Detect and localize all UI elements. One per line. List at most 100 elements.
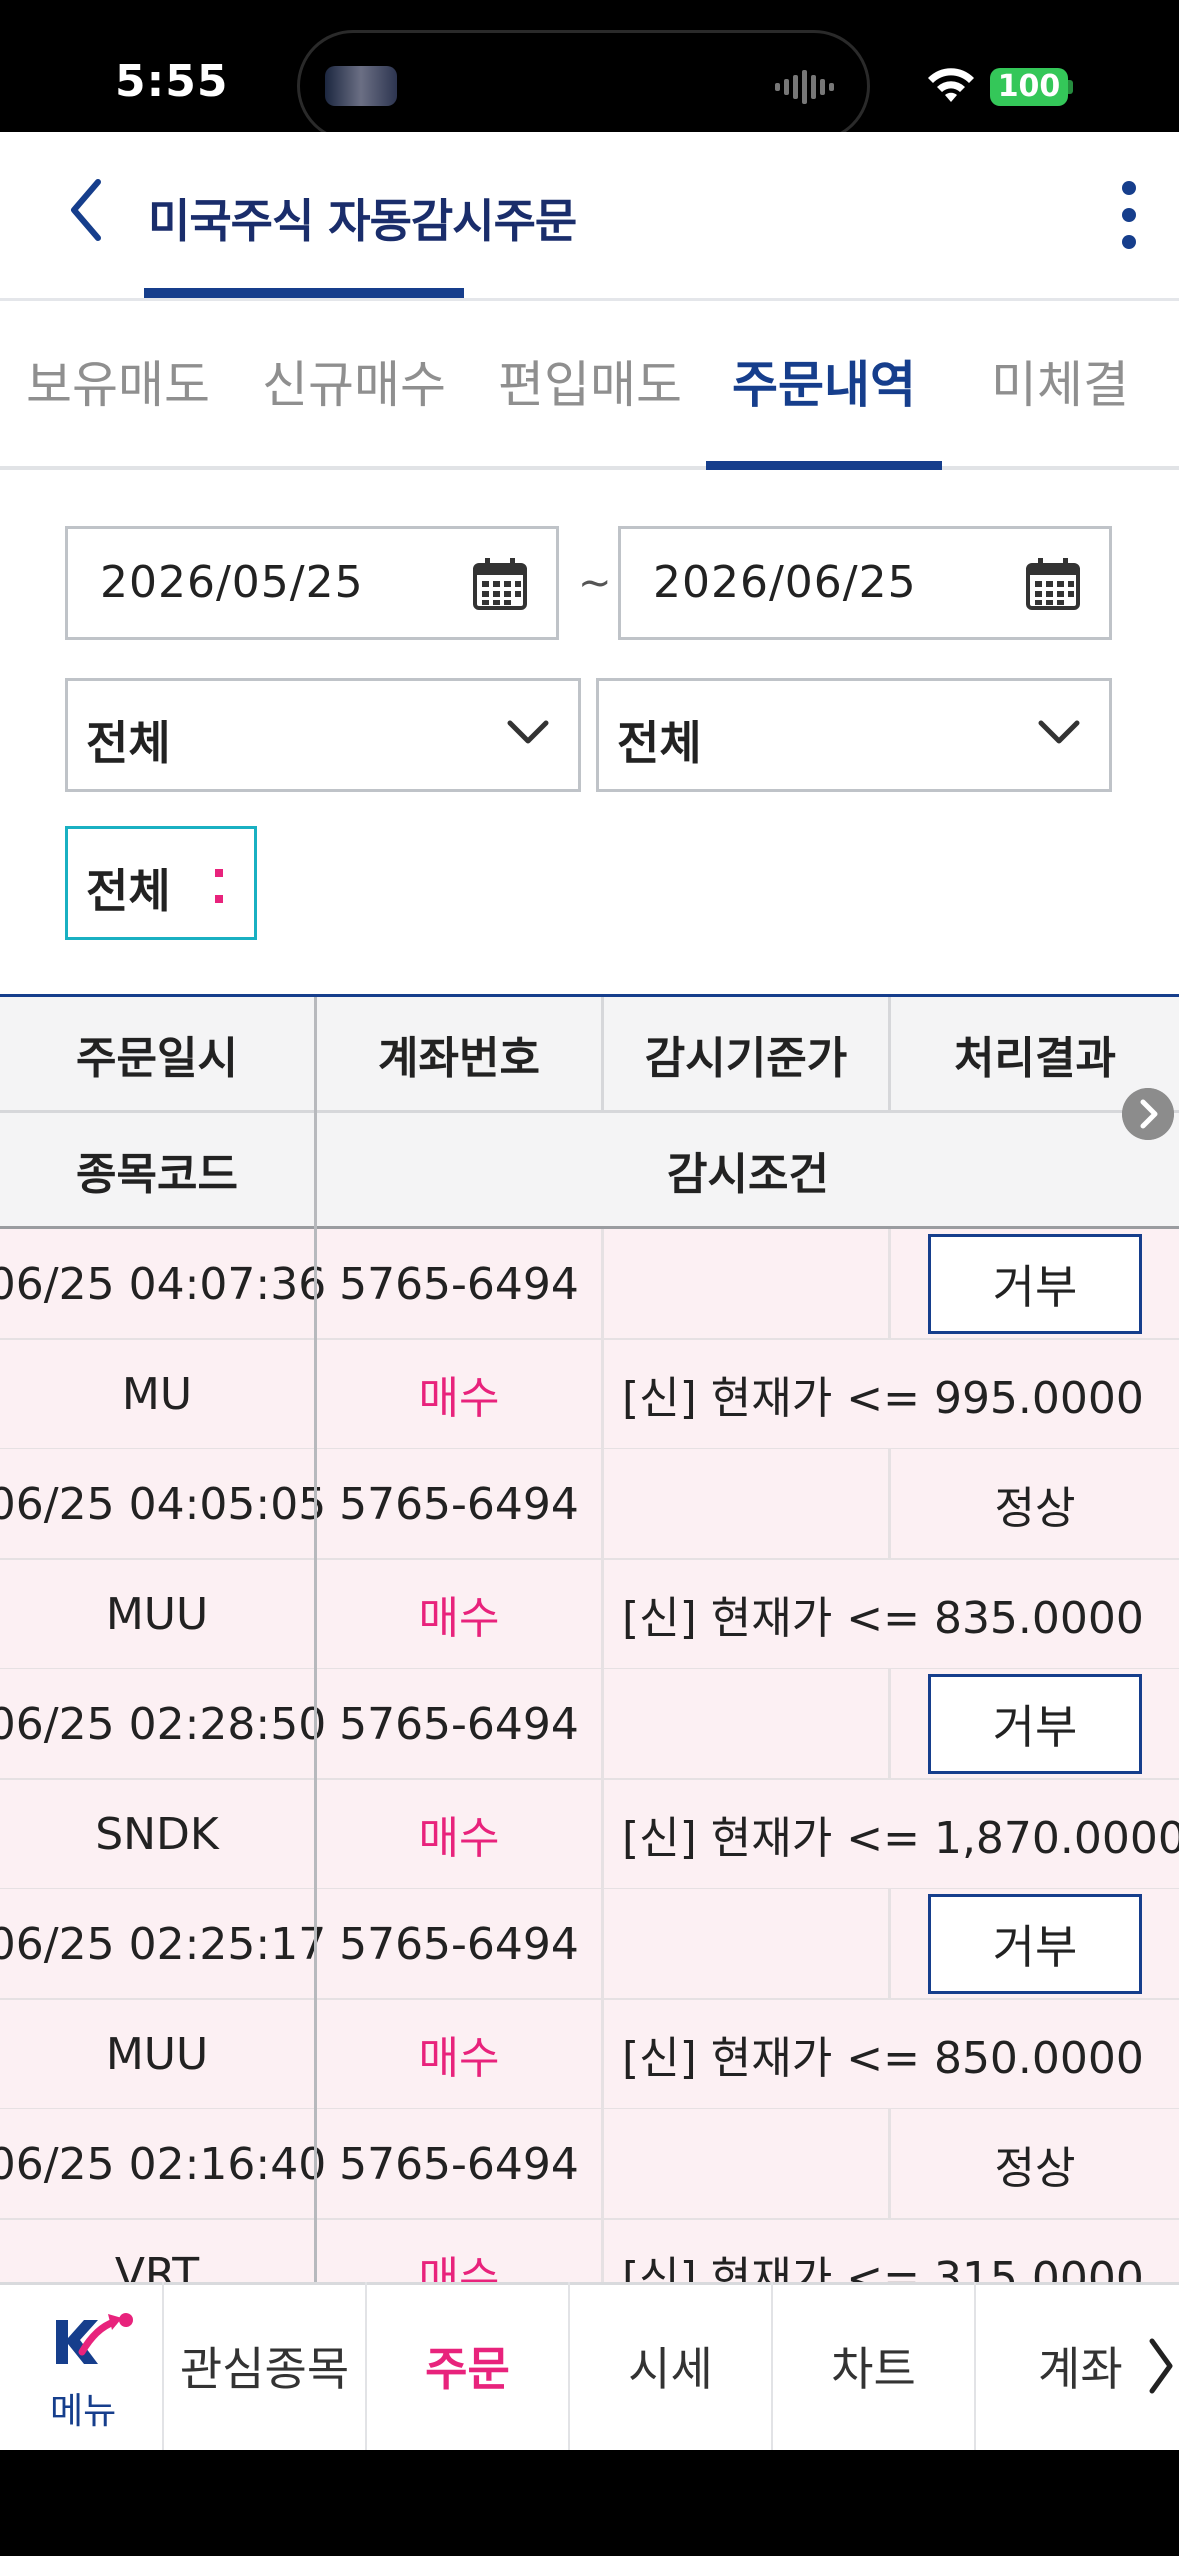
watch-condition: [신] 현재가 <= 850.0000 bbox=[622, 2033, 1144, 2084]
tab-new-buy[interactable]: 신규매수 bbox=[236, 350, 472, 420]
start-date-value: 2026/05/25 bbox=[100, 557, 364, 608]
order-side: 매수 bbox=[418, 1813, 500, 1864]
base-price bbox=[604, 1669, 888, 1779]
account-number: 5765-6494 bbox=[339, 1918, 579, 1970]
home-indicator-area bbox=[0, 2450, 1179, 2556]
watch-condition: [신] 현재가 <= 835.0000 bbox=[622, 1593, 1144, 1644]
end-date-value: 2026/06/25 bbox=[653, 557, 917, 608]
scroll-right-icon[interactable] bbox=[1122, 1088, 1174, 1140]
row-divider bbox=[0, 1558, 1179, 1560]
header-vline bbox=[601, 997, 604, 1110]
order-table-body[interactable]: 06/25 04:07:36 5765-6494 거부 MU 매수 [신] 현재가 <= … bbox=[0, 1229, 1179, 2282]
cell-divider bbox=[601, 1669, 604, 1889]
order-side: 매수 bbox=[418, 1593, 500, 1644]
page-title: 미국주식 자동감시주문 bbox=[148, 194, 577, 248]
title-underline bbox=[144, 288, 464, 298]
k-logo-icon bbox=[56, 2313, 133, 2364]
nav-order[interactable]: 주문 bbox=[367, 2282, 570, 2450]
audio-wave-icon bbox=[775, 70, 834, 104]
col-header-order-time: 주문일시 bbox=[0, 997, 314, 1110]
battery-indicator: 100 bbox=[990, 68, 1068, 106]
result-reject-button[interactable]: 거부 bbox=[928, 1894, 1142, 1994]
watch-condition: [신] 현재가 <= 995.0000 bbox=[622, 1373, 1144, 1424]
cell-divider bbox=[601, 1889, 604, 2109]
cell-divider bbox=[888, 2109, 891, 2219]
menu-label: 메뉴 bbox=[50, 2391, 117, 2432]
date-range-separator: ~ bbox=[578, 560, 612, 606]
calendar-icon[interactable] bbox=[1025, 557, 1081, 611]
symbol-code: SNDK bbox=[95, 1808, 219, 1860]
account-select-value: 전체 bbox=[86, 716, 171, 770]
symbol-code: MU bbox=[121, 1368, 193, 1420]
order-side: 매수 bbox=[418, 1373, 500, 1424]
order-datetime: 06/25 04:07:36 bbox=[0, 1258, 327, 1310]
result-reject-button[interactable]: 거부 bbox=[928, 1674, 1142, 1774]
base-price bbox=[604, 1889, 888, 1999]
chevron-down-icon bbox=[507, 720, 549, 744]
tab-include-sell[interactable]: 편입매도 bbox=[472, 350, 708, 420]
filter-chip-label: 전체 bbox=[86, 864, 171, 918]
type-select[interactable]: 전체 bbox=[596, 678, 1112, 792]
order-side: 매수 bbox=[418, 2033, 500, 2084]
order-datetime: 06/25 02:16:40 bbox=[0, 2138, 327, 2190]
order-datetime: 06/25 02:25:17 bbox=[0, 1918, 327, 1970]
calendar-icon[interactable] bbox=[472, 557, 528, 611]
chevron-down-icon bbox=[1038, 720, 1080, 744]
tab-holding-sell[interactable]: 보유매도 bbox=[0, 350, 236, 420]
nav-watchlist[interactable]: 관심종목 bbox=[164, 2282, 367, 2450]
start-date-field[interactable]: 2026/05/25 bbox=[65, 526, 559, 640]
battery-cap bbox=[1068, 80, 1073, 94]
tab-order-history[interactable]: 주문내역 bbox=[706, 350, 942, 420]
col-header-account: 계좌번호 bbox=[317, 997, 601, 1110]
nav-scroll-right-icon[interactable] bbox=[1146, 2335, 1176, 2397]
watch-condition: [신] 현재가 <= 315.0000 bbox=[622, 2253, 1144, 2282]
tabs-divider bbox=[0, 466, 1179, 470]
header-vline bbox=[888, 997, 891, 1110]
base-price bbox=[604, 1229, 888, 1339]
order-side: 매수 bbox=[418, 2253, 500, 2282]
header-divider bbox=[0, 298, 1179, 301]
base-price bbox=[604, 1449, 888, 1559]
result-status: 정상 bbox=[994, 2143, 1076, 2194]
nav-quotes[interactable]: 시세 bbox=[570, 2282, 773, 2450]
row-divider bbox=[0, 2218, 1179, 2220]
back-arrow-icon[interactable] bbox=[62, 170, 112, 250]
col-header-condition: 감시조건 bbox=[317, 1113, 1179, 1226]
end-date-field[interactable]: 2026/06/25 bbox=[618, 526, 1112, 640]
cell-divider bbox=[601, 1229, 604, 1449]
cell-divider bbox=[888, 1449, 891, 1559]
account-number: 5765-6494 bbox=[339, 1698, 579, 1750]
cell-divider bbox=[601, 1449, 604, 1669]
nav-chart[interactable]: 차트 bbox=[773, 2282, 976, 2450]
symbol-code: MUU bbox=[105, 2028, 209, 2080]
base-price bbox=[604, 2109, 888, 2219]
filter-chip-all[interactable]: 전체 bbox=[65, 826, 257, 940]
tab-unfilled[interactable]: 미체결 bbox=[942, 350, 1178, 420]
status-time: 5:55 bbox=[115, 56, 229, 107]
row-divider bbox=[0, 1338, 1179, 1340]
account-number: 5765-6494 bbox=[339, 1478, 579, 1530]
active-tab-indicator bbox=[706, 461, 942, 470]
more-options-icon[interactable] bbox=[1118, 175, 1140, 255]
result-reject-button[interactable]: 거부 bbox=[928, 1234, 1142, 1334]
symbol-code: VRT bbox=[114, 2248, 200, 2283]
cell-divider bbox=[888, 1889, 891, 1999]
cell-divider bbox=[601, 2109, 604, 2282]
result-status: 정상 bbox=[994, 1483, 1076, 1534]
type-select-value: 전체 bbox=[617, 716, 702, 770]
wifi-icon bbox=[928, 68, 974, 102]
order-datetime: 06/25 04:05:05 bbox=[0, 1478, 327, 1530]
order-datetime: 06/25 02:28:50 bbox=[0, 1698, 327, 1750]
cell-divider bbox=[888, 1229, 891, 1339]
table-column-divider bbox=[314, 997, 317, 2282]
header-row-divider bbox=[0, 1110, 1179, 1113]
row-divider bbox=[0, 1998, 1179, 2000]
account-select[interactable]: 전체 bbox=[65, 678, 581, 792]
col-header-symbol: 종목코드 bbox=[0, 1113, 314, 1226]
symbol-code: MUU bbox=[105, 1588, 209, 1640]
watch-condition: [신] 현재가 <= 1,870.0000 bbox=[622, 1813, 1179, 1864]
row-divider bbox=[0, 1778, 1179, 1780]
col-header-base-price: 감시기준가 bbox=[604, 997, 888, 1110]
account-number: 5765-6494 bbox=[339, 2138, 579, 2190]
account-number: 5765-6494 bbox=[339, 1258, 579, 1310]
